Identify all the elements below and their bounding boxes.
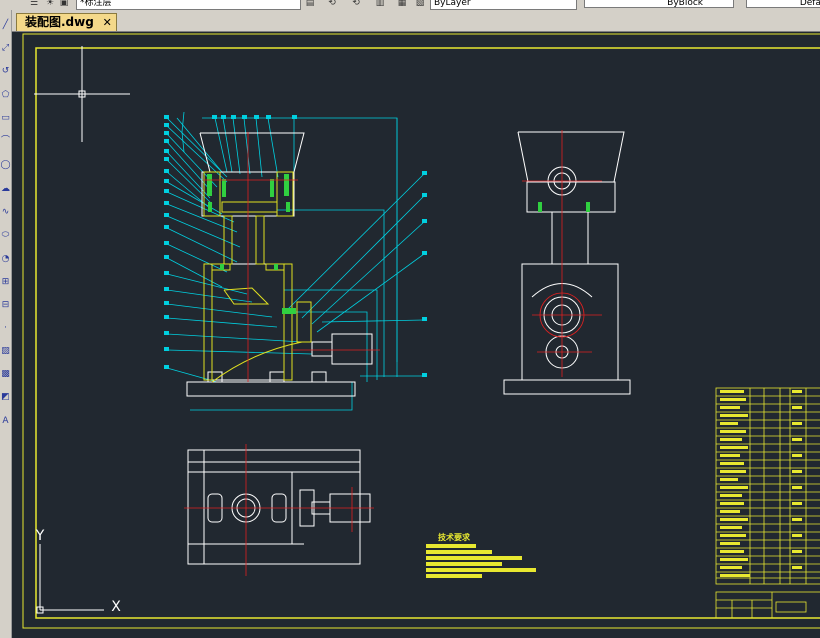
construction-line-icon[interactable]: ⤢ xyxy=(0,43,11,54)
layer-isolate-icon[interactable]: ▦ xyxy=(396,0,408,8)
linetype-dropdown-value: Defa xyxy=(799,0,820,8)
cursor-crosshair-icon xyxy=(34,46,130,142)
make-block-icon[interactable]: ⊟ xyxy=(0,300,11,311)
polygon-tool-icon[interactable]: ⬠ xyxy=(0,90,11,101)
ucs-icon xyxy=(36,544,104,614)
layer-manager-icon[interactable]: ☰ xyxy=(28,0,40,8)
ucs-x-label: X xyxy=(111,599,121,615)
layer-dropdown[interactable]: *标注层 xyxy=(76,0,301,10)
layer-unisolate-icon[interactable]: ▧ xyxy=(414,0,426,8)
drawing-svg: 技术要求 Y X xyxy=(22,33,820,629)
lineweight-dropdown[interactable]: ByBlock xyxy=(584,0,734,8)
layer-state-icon[interactable]: ⟲ xyxy=(350,0,362,8)
hatch-tool-icon[interactable]: ▨ xyxy=(0,346,11,357)
layer-previous-icon[interactable]: ▤ xyxy=(304,0,316,8)
rectangle-tool-icon[interactable]: ▭ xyxy=(0,113,11,124)
polyline-tool-icon[interactable]: ↺ xyxy=(0,66,11,77)
tab-close-icon[interactable]: ✕ xyxy=(103,14,112,31)
linetype-dropdown[interactable]: Defa xyxy=(746,0,820,8)
lineweight-dropdown-value: ByBlock xyxy=(667,0,703,8)
circle-tool-icon[interactable]: ◯ xyxy=(0,160,11,171)
ellipse-arc-icon[interactable]: ◔ xyxy=(0,254,11,265)
model-space-canvas[interactable]: 技术要求 Y X xyxy=(12,32,820,638)
insert-block-icon[interactable]: ⊞ xyxy=(0,277,11,288)
point-tool-icon[interactable]: · xyxy=(0,323,11,334)
color-dropdown[interactable]: ByLayer xyxy=(430,0,577,10)
region-tool-icon[interactable]: ◩ xyxy=(0,392,11,403)
text-tool-icon[interactable]: A xyxy=(0,416,11,427)
tech-requirements-title: 技术要求 xyxy=(438,532,471,542)
layer-lock-icon[interactable]: ▣ xyxy=(58,0,70,8)
tab-label: 装配图.dwg xyxy=(25,15,94,29)
front-section-view xyxy=(164,111,427,411)
draw-toolbar: ╱ ⤢ ↺ ⬠ ▭ ⌒ ◯ ☁ ∿ ⬭ ◔ ⊞ ⊟ · ▨ ▩ ◩ A xyxy=(0,10,12,638)
gradient-tool-icon[interactable]: ▩ xyxy=(0,369,11,380)
top-view xyxy=(184,444,374,576)
layer-freeze-icon[interactable]: ☀ xyxy=(44,0,56,8)
outer-sheet-border xyxy=(22,33,820,629)
arc-tool-icon[interactable]: ⌒ xyxy=(0,136,11,147)
tab-assembly-drawing[interactable]: 装配图.dwg ✕ xyxy=(16,13,117,31)
document-tabs: 装配图.dwg ✕ xyxy=(12,10,820,32)
inner-frame-border xyxy=(35,47,820,619)
revision-cloud-icon[interactable]: ☁ xyxy=(0,184,11,195)
ellipse-tool-icon[interactable]: ⬭ xyxy=(0,230,11,241)
spline-tool-icon[interactable]: ∿ xyxy=(0,207,11,218)
layer-walk-icon[interactable]: ▥ xyxy=(374,0,386,8)
color-dropdown-value: ByLayer xyxy=(434,0,471,8)
side-view xyxy=(503,130,631,395)
ucs-y-label: Y xyxy=(35,528,45,544)
layer-dropdown-value: *标注层 xyxy=(80,0,112,8)
line-tool-icon[interactable]: ╱ xyxy=(0,20,11,31)
technical-requirements-block: 技术要求 xyxy=(426,532,536,578)
match-properties-icon[interactable]: ⟲ xyxy=(326,0,338,8)
